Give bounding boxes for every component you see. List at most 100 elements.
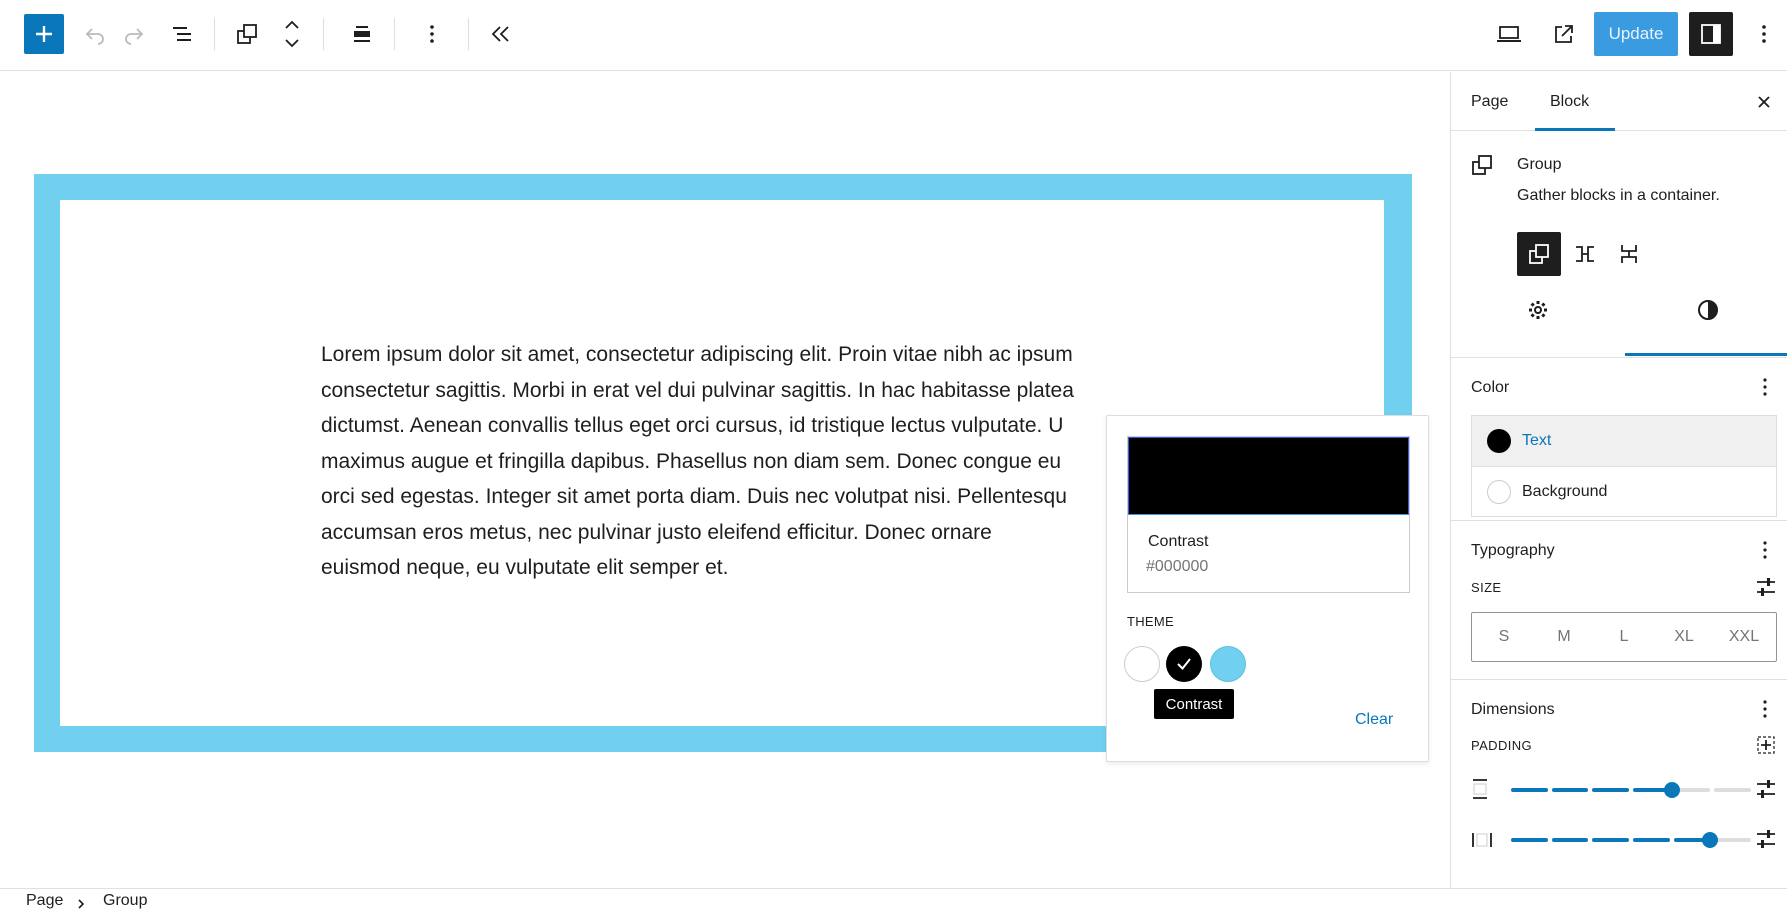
sidebar-toggle-icon bbox=[1701, 24, 1721, 44]
move-block-buttons[interactable] bbox=[272, 14, 312, 54]
selected-color-card: Contrast #000000 bbox=[1127, 436, 1410, 593]
undo-icon bbox=[85, 28, 104, 45]
slider-step bbox=[1714, 838, 1751, 842]
paragraph-line: Lorem ipsum dolor sit amet, consectetur … bbox=[321, 343, 1073, 366]
selected-color-hex[interactable]: #000000 bbox=[1146, 558, 1208, 576]
size-option-s[interactable]: S bbox=[1479, 628, 1529, 646]
color-panel: Color Text Background bbox=[1451, 359, 1787, 521]
color-item-label: Text bbox=[1522, 432, 1552, 449]
custom-padding-icon[interactable] bbox=[1755, 828, 1777, 850]
color-item-text[interactable]: Text bbox=[1472, 416, 1776, 466]
selected-color-swatch[interactable] bbox=[1128, 437, 1409, 515]
block-options-button[interactable] bbox=[412, 14, 452, 54]
redo-icon bbox=[125, 28, 144, 45]
paragraph-line: consectetur sagittis. Morbi in erat vel … bbox=[321, 378, 1074, 402]
close-sidebar-button[interactable] bbox=[1754, 92, 1774, 112]
slider-step bbox=[1551, 788, 1589, 792]
plus-icon bbox=[36, 26, 52, 42]
settings-subtab[interactable] bbox=[1527, 299, 1549, 326]
paragraph-line: dictumst. Aenean convallis tellus eget o… bbox=[321, 414, 1064, 437]
tab-page[interactable]: Page bbox=[1471, 93, 1508, 111]
variant-row-button[interactable] bbox=[1563, 232, 1607, 276]
dimensions-panel-title: Dimensions bbox=[1471, 701, 1555, 718]
update-button[interactable]: Update bbox=[1594, 12, 1678, 56]
clear-color-button[interactable]: Clear bbox=[1355, 711, 1393, 729]
theme-color-contrast[interactable] bbox=[1166, 646, 1202, 682]
collapse-chevrons-icon bbox=[491, 26, 509, 42]
slider-step bbox=[1633, 838, 1670, 842]
paragraph-line: euismod neque, eu vulputate elit semper … bbox=[321, 556, 729, 579]
more-vertical-icon[interactable] bbox=[1762, 378, 1768, 396]
styles-subtab[interactable] bbox=[1697, 299, 1719, 326]
text-color-swatch bbox=[1487, 429, 1511, 453]
group-icon bbox=[1529, 244, 1549, 264]
size-option-xl[interactable]: XL bbox=[1659, 628, 1709, 646]
tab-block[interactable]: Block bbox=[1550, 93, 1589, 111]
settings-toggle-button[interactable] bbox=[1689, 12, 1733, 56]
close-icon bbox=[1758, 96, 1770, 108]
unlink-sides-icon[interactable] bbox=[1755, 734, 1777, 756]
custom-padding-icon[interactable] bbox=[1755, 778, 1777, 800]
active-tab-indicator bbox=[1535, 128, 1615, 131]
active-subtab-indicator bbox=[1625, 353, 1787, 356]
slider-thumb[interactable] bbox=[1702, 832, 1719, 848]
group-icon bbox=[1472, 155, 1492, 175]
theme-colors-label: THEME bbox=[1127, 614, 1174, 629]
slider-step bbox=[1592, 838, 1629, 842]
theme-color-accent[interactable] bbox=[1210, 646, 1246, 682]
color-picker-popover: Contrast #000000 THEME Contrast Clear bbox=[1106, 415, 1429, 762]
view-page-button[interactable] bbox=[1544, 14, 1584, 54]
add-block-button[interactable] bbox=[24, 14, 64, 54]
background-color-swatch bbox=[1487, 480, 1511, 504]
stack-icon bbox=[1621, 245, 1637, 263]
settings-sidebar: Page Block Group Gather blocks in a cont… bbox=[1450, 72, 1787, 888]
collapse-toolbar-button[interactable] bbox=[481, 14, 521, 54]
list-view-button[interactable] bbox=[163, 14, 203, 54]
custom-size-icon[interactable] bbox=[1755, 576, 1777, 598]
breadcrumb-item-group[interactable]: Group bbox=[103, 892, 147, 910]
typography-panel: Typography SIZE S M L XL XXL bbox=[1451, 522, 1787, 680]
list-view-icon bbox=[173, 27, 191, 41]
padding-horizontal-icon bbox=[1472, 833, 1492, 847]
breadcrumb: Page Group bbox=[0, 888, 1787, 915]
align-button[interactable] bbox=[342, 14, 382, 54]
more-vertical-icon[interactable] bbox=[1762, 541, 1768, 559]
slider-step bbox=[1551, 838, 1589, 842]
font-size-picker: S M L XL XXL bbox=[1471, 612, 1777, 662]
typography-panel-title: Typography bbox=[1471, 542, 1555, 559]
undo-button[interactable] bbox=[75, 14, 115, 54]
padding-horizontal-slider[interactable] bbox=[1511, 832, 1751, 848]
variant-group-button[interactable] bbox=[1517, 232, 1561, 276]
preview-button[interactable] bbox=[1489, 14, 1529, 54]
redo-button[interactable] bbox=[114, 14, 154, 54]
slider-step bbox=[1714, 788, 1751, 792]
chevron-right-icon bbox=[78, 899, 85, 909]
more-options-button[interactable] bbox=[1744, 14, 1784, 54]
padding-vertical-slider[interactable] bbox=[1511, 782, 1751, 798]
color-panel-title: Color bbox=[1471, 379, 1510, 396]
align-icon bbox=[354, 26, 370, 42]
color-item-background[interactable]: Background bbox=[1472, 466, 1776, 516]
variant-stack-button[interactable] bbox=[1607, 232, 1651, 276]
more-vertical-icon[interactable] bbox=[1762, 700, 1768, 718]
size-option-l[interactable]: L bbox=[1599, 628, 1649, 646]
size-option-m[interactable]: M bbox=[1539, 628, 1589, 646]
desktop-preview-icon bbox=[1497, 26, 1521, 42]
sidebar-tabs: Page Block bbox=[1451, 72, 1787, 131]
toolbar-divider bbox=[323, 18, 324, 50]
toolbar-divider bbox=[468, 18, 469, 50]
breadcrumb-item-page[interactable]: Page bbox=[26, 892, 63, 910]
editor-toolbar: Update bbox=[0, 0, 1787, 71]
color-list: Text Background bbox=[1471, 415, 1777, 517]
theme-color-base[interactable] bbox=[1124, 646, 1160, 682]
size-option-xxl[interactable]: XXL bbox=[1719, 628, 1769, 646]
paragraph-block[interactable]: Lorem ipsum dolor sit amet, consectetur … bbox=[321, 337, 1126, 586]
toolbar-divider bbox=[214, 18, 215, 50]
paragraph-line: orci sed egestas. Integer sit amet porta… bbox=[321, 485, 1067, 508]
block-type-button[interactable] bbox=[227, 14, 267, 54]
dimensions-panel: Dimensions PADDING bbox=[1451, 681, 1787, 888]
external-link-icon bbox=[1555, 25, 1573, 43]
slider-step bbox=[1511, 838, 1548, 842]
slider-step bbox=[1511, 788, 1548, 792]
slider-thumb[interactable] bbox=[1663, 782, 1680, 798]
